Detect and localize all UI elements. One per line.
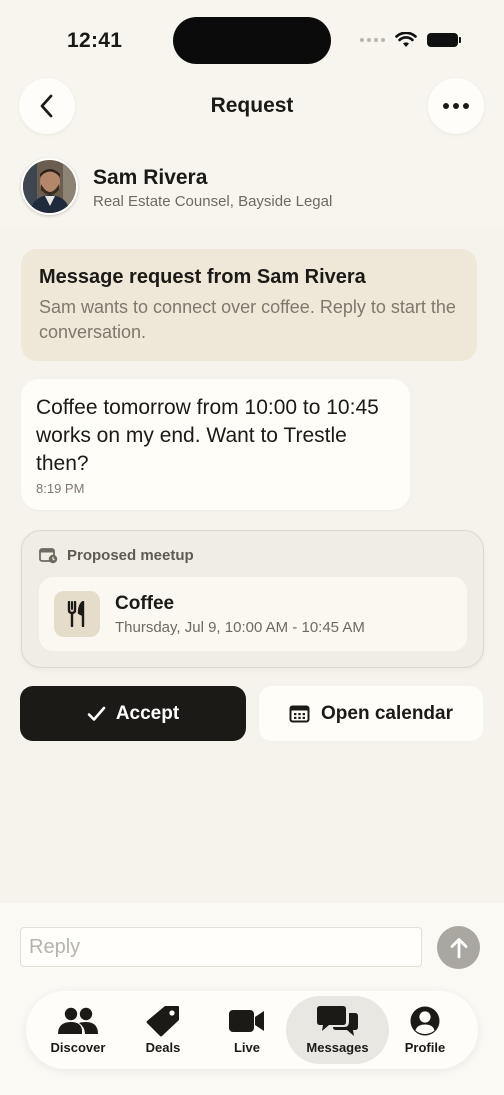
- avatar[interactable]: [21, 158, 78, 215]
- tab-messages[interactable]: Messages: [286, 996, 389, 1064]
- nav-bar: Request: [0, 78, 504, 134]
- ellipsis-icon: [443, 103, 469, 109]
- tab-bar: Discover Deals Live Messages Profile: [26, 991, 478, 1069]
- tag-icon: [146, 1006, 179, 1037]
- open-calendar-button[interactable]: Open calendar: [259, 686, 483, 741]
- wifi-icon: [395, 32, 417, 47]
- meetup-datetime: Thursday, Jul 9, 10:00 AM - 10:45 AM: [115, 619, 365, 636]
- checkmark-icon: [87, 706, 106, 721]
- message-request-banner: Message request from Sam Rivera Sam want…: [21, 249, 477, 361]
- battery-icon: [427, 33, 461, 47]
- tab-profile[interactable]: Profile: [379, 996, 471, 1064]
- message-time: 8:19 PM: [36, 481, 85, 496]
- meetup-details[interactable]: Coffee Thursday, Jul 9, 10:00 AM - 10:45…: [39, 577, 467, 651]
- status-time: 12:41: [67, 29, 123, 52]
- more-options-button[interactable]: [428, 78, 484, 134]
- status-icons: [360, 31, 461, 49]
- video-icon: [229, 1010, 264, 1032]
- signal-icon: [360, 38, 385, 42]
- send-button[interactable]: [437, 926, 480, 969]
- meetup-type-icon-box: [54, 591, 100, 637]
- dynamic-island: [173, 17, 331, 64]
- message-bubble: Coffee tomorrow from 10:00 to 10:45 work…: [21, 379, 410, 510]
- tab-deals[interactable]: Deals: [117, 996, 209, 1064]
- open-calendar-label: Open calendar: [321, 702, 453, 724]
- arrow-up-icon: [450, 937, 467, 958]
- chat-bubbles-icon: [316, 1006, 358, 1036]
- meetup-type: Coffee: [115, 593, 175, 614]
- people-icon: [58, 1007, 98, 1034]
- banner-body: Sam wants to connect over coffee. Reply …: [39, 297, 456, 342]
- tab-live[interactable]: Live: [201, 996, 293, 1064]
- tab-label: Live: [233, 1040, 260, 1055]
- person-circle-icon: [410, 1006, 440, 1036]
- tab-label: Messages: [306, 1040, 369, 1055]
- tab-discover[interactable]: Discover: [32, 996, 124, 1064]
- accept-label: Accept: [115, 702, 180, 724]
- tab-label: Profile: [404, 1040, 446, 1055]
- contact-header[interactable]: Sam Rivera Real Estate Counsel, Bayside …: [21, 158, 481, 216]
- calendar-clock-icon: [39, 548, 58, 564]
- reply-input[interactable]: [20, 927, 422, 967]
- meetup-header-label: Proposed meetup: [67, 547, 194, 564]
- contact-name: Sam Rivera: [93, 166, 208, 189]
- status-bar: 12:41: [0, 0, 504, 78]
- meetup-header: Proposed meetup: [39, 547, 194, 564]
- tab-label: Discover: [50, 1040, 106, 1055]
- message-text: Coffee tomorrow from 10:00 to 10:45 work…: [36, 396, 379, 475]
- banner-title: Message request from Sam Rivera: [39, 266, 366, 288]
- fork-knife-icon: [67, 601, 85, 627]
- proposed-meetup-card: Proposed meetup Coffee Thursday, Jul 9, …: [21, 530, 484, 668]
- calendar-icon: [289, 705, 310, 723]
- contact-title: Real Estate Counsel, Bayside Legal: [93, 193, 333, 210]
- tab-label: Deals: [145, 1040, 181, 1055]
- accept-button[interactable]: Accept: [20, 686, 246, 741]
